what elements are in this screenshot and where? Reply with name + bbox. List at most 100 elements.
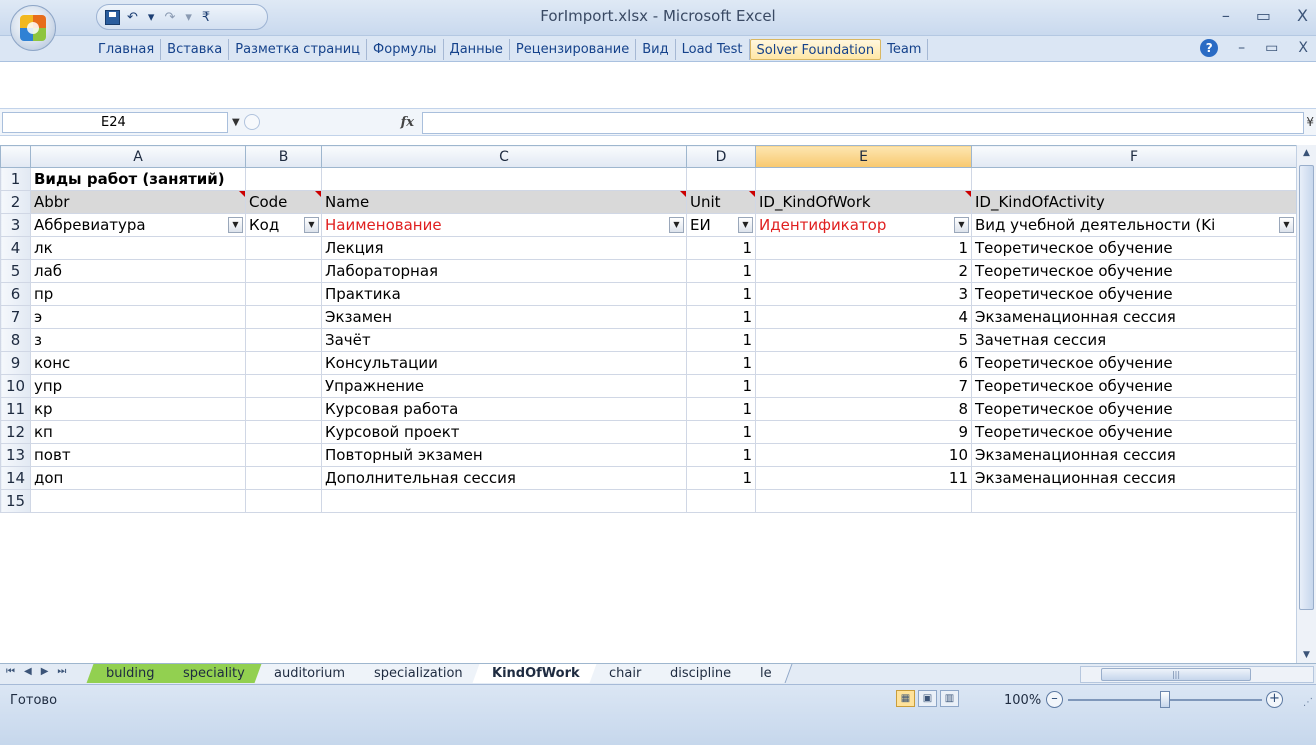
ribbon-restore-button[interactable]: ▭ <box>1265 40 1278 56</box>
ribbon-tab-1[interactable]: Вставка <box>161 39 230 60</box>
sheet-tab-kindofwork[interactable]: KindOfWork <box>472 664 601 683</box>
cell-d8[interactable]: 1 <box>686 328 756 352</box>
cell-d14[interactable]: 1 <box>686 466 756 490</box>
cell-f5[interactable]: Теоретическое обучение <box>971 259 1296 283</box>
filter-dropdown-icon[interactable]: ▼ <box>228 217 243 233</box>
cell-c11[interactable]: Курсовая работа <box>321 397 687 421</box>
cell-f7[interactable]: Экзаменационная сессия <box>971 305 1296 329</box>
cell-a12[interactable]: кп <box>30 420 246 444</box>
cell-c4[interactable]: Лекция <box>321 236 687 260</box>
cell-d3[interactable]: ЕИ ▼ <box>686 213 756 237</box>
cell-b6[interactable] <box>245 282 322 306</box>
name-box-dropdown-icon[interactable]: ▼ <box>232 117 240 128</box>
column-header-e[interactable]: E <box>755 145 972 168</box>
cell-b14[interactable] <box>245 466 322 490</box>
cell-c10[interactable]: Упражнение <box>321 374 687 398</box>
cell-d12[interactable]: 1 <box>686 420 756 444</box>
prev-sheet-icon[interactable]: ◀ <box>24 666 32 677</box>
minimize-button[interactable]: – <box>1222 6 1230 25</box>
last-sheet-icon[interactable]: ⏭ <box>57 666 66 677</box>
cell-e3[interactable]: Идентификатор ▼ <box>755 213 972 237</box>
cell-b4[interactable] <box>245 236 322 260</box>
cell-e7[interactable]: 4 <box>755 305 972 329</box>
cell-e5[interactable]: 2 <box>755 259 972 283</box>
column-header-c[interactable]: C <box>321 145 687 168</box>
row-header[interactable]: 11 <box>0 397 31 421</box>
cell-e12[interactable]: 9 <box>755 420 972 444</box>
cell-a9[interactable]: конс <box>30 351 246 375</box>
cell-d15[interactable] <box>686 489 756 513</box>
cell-a4[interactable]: лк <box>30 236 246 260</box>
cell-c2[interactable]: Name <box>321 190 687 214</box>
cell-e8[interactable]: 5 <box>755 328 972 352</box>
normal-view-icon[interactable]: ▦ <box>896 690 915 707</box>
row-header[interactable]: 7 <box>0 305 31 329</box>
cell-c3[interactable]: Наименование ▼ <box>321 213 687 237</box>
close-button[interactable]: X <box>1297 6 1308 25</box>
cell-f15[interactable] <box>971 489 1296 513</box>
scroll-down-icon[interactable]: ▼ <box>1297 647 1316 663</box>
ribbon-tab-9[interactable]: Team <box>881 39 929 60</box>
ribbon-tab-6[interactable]: Вид <box>636 39 676 60</box>
sheet-tab-discipline[interactable]: discipline <box>650 664 752 683</box>
cell-a6[interactable]: пр <box>30 282 246 306</box>
zoom-in-icon[interactable]: + <box>1266 691 1283 708</box>
row-header[interactable]: 4 <box>0 236 31 260</box>
sheet-tab-speciality[interactable]: speciality <box>164 664 266 683</box>
cell-c9[interactable]: Консультации <box>321 351 687 375</box>
filter-dropdown-icon[interactable]: ▼ <box>1279 217 1294 233</box>
cell-e2[interactable]: ID_KindOfWork <box>755 190 972 214</box>
zoom-level[interactable]: 100% <box>1004 693 1041 708</box>
select-all-button[interactable] <box>0 145 31 168</box>
cell-f4[interactable]: Теоретическое обучение <box>971 236 1296 260</box>
row-header[interactable]: 3 <box>0 213 31 237</box>
row-header[interactable]: 12 <box>0 420 31 444</box>
sheet-tab-auditorium[interactable]: auditorium <box>254 664 366 683</box>
cell-e10[interactable]: 7 <box>755 374 972 398</box>
page-layout-view-icon[interactable]: ▣ <box>918 690 937 707</box>
row-header[interactable]: 10 <box>0 374 31 398</box>
cell-f1[interactable] <box>971 167 1296 191</box>
expand-formula-bar-icon[interactable]: ¥ <box>1306 115 1314 129</box>
cell-f3[interactable]: Вид учебной деятельности (Ki ▼ <box>971 213 1296 237</box>
cell-c12[interactable]: Курсовой проект <box>321 420 687 444</box>
insert-function-icon[interactable]: fx <box>255 112 420 134</box>
cell-a7[interactable]: э <box>30 305 246 329</box>
cell-a5[interactable]: лаб <box>30 259 246 283</box>
cell-d4[interactable]: 1 <box>686 236 756 260</box>
cell-c14[interactable]: Дополнительная сессия <box>321 466 687 490</box>
cell-f14[interactable]: Экзаменационная сессия <box>971 466 1296 490</box>
cell-f12[interactable]: Теоретическое обучение <box>971 420 1296 444</box>
cell-e6[interactable]: 3 <box>755 282 972 306</box>
row-header[interactable]: 8 <box>0 328 31 352</box>
row-header[interactable]: 6 <box>0 282 31 306</box>
cell-e1[interactable] <box>755 167 972 191</box>
office-button[interactable] <box>10 5 56 51</box>
scroll-up-icon[interactable]: ▲ <box>1297 145 1316 161</box>
formula-input[interactable] <box>422 112 1304 134</box>
cell-c6[interactable]: Практика <box>321 282 687 306</box>
cell-d9[interactable]: 1 <box>686 351 756 375</box>
column-header-d[interactable]: D <box>686 145 756 168</box>
worksheet-grid[interactable]: A B C D E F 1 Виды работ (занятий) 2 Abbr Code Name… <box>0 145 1296 663</box>
row-header[interactable]: 13 <box>0 443 31 467</box>
page-break-view-icon[interactable]: ▥ <box>940 690 959 707</box>
next-sheet-icon[interactable]: ▶ <box>41 666 49 677</box>
cell-f11[interactable]: Теоретическое обучение <box>971 397 1296 421</box>
vertical-scrollbar[interactable]: ▲ ▼ <box>1296 145 1316 663</box>
row-header[interactable]: 14 <box>0 466 31 490</box>
row-header[interactable]: 5 <box>0 259 31 283</box>
cell-f8[interactable]: Зачетная сессия <box>971 328 1296 352</box>
cell-b7[interactable] <box>245 305 322 329</box>
filter-dropdown-icon[interactable]: ▼ <box>304 217 319 233</box>
cell-c5[interactable]: Лабораторная <box>321 259 687 283</box>
cell-e11[interactable]: 8 <box>755 397 972 421</box>
cell-b8[interactable] <box>245 328 322 352</box>
cell-f2[interactable]: ID_KindOfActivity <box>971 190 1296 214</box>
horizontal-scroll-thumb[interactable]: ||| <box>1101 668 1251 681</box>
cell-a1[interactable]: Виды работ (занятий) <box>30 167 246 191</box>
cell-a11[interactable]: кр <box>30 397 246 421</box>
filter-dropdown-icon[interactable]: ▼ <box>954 217 969 233</box>
cell-a2[interactable]: Abbr <box>30 190 246 214</box>
cell-e15[interactable] <box>755 489 972 513</box>
